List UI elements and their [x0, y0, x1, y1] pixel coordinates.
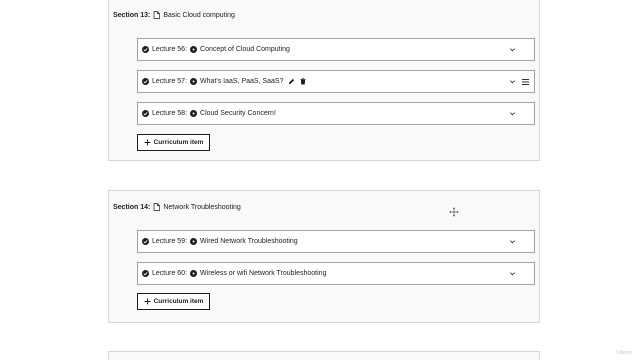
left-gutter: [0, 0, 108, 360]
check-circle-icon: [142, 270, 149, 277]
lecture-item-57[interactable]: Lecture 57: What's IaaS, PaaS, SaaS?: [137, 70, 535, 93]
check-circle-icon: [142, 110, 149, 117]
section-label: Section 14:: [113, 203, 151, 211]
lecture-item-56[interactable]: Lecture 56: Concept of Cloud Computing: [137, 38, 535, 61]
curriculum-section-14: Section 14: Network Troubleshooting Lect…: [108, 190, 540, 323]
watermark: Udemy: [616, 350, 632, 356]
add-curriculum-item-button[interactable]: Curriculum item: [137, 134, 210, 151]
pencil-icon[interactable]: [288, 78, 295, 85]
lecture-item-59[interactable]: Lecture 59: Wired Network Troubleshootin…: [137, 230, 535, 253]
section-title[interactable]: Network Troubleshooting: [163, 204, 240, 211]
play-circle-icon: [190, 110, 198, 117]
play-circle-icon: [190, 238, 198, 245]
lecture-title: Wired Network Troubleshooting: [200, 238, 298, 245]
add-curriculum-label: Curriculum item: [153, 139, 204, 146]
chevron-down-icon[interactable]: [509, 46, 516, 53]
check-circle-icon: [142, 238, 149, 245]
chevron-down-icon[interactable]: [509, 78, 516, 85]
lecture-title: Cloud Security Concern!: [200, 110, 276, 117]
plus-icon: [144, 139, 151, 146]
play-circle-icon: [190, 270, 198, 277]
section-header: Section 14: Network Troubleshooting: [113, 203, 241, 211]
lecture-item-58[interactable]: Lecture 58: Cloud Security Concern!: [137, 102, 535, 125]
curriculum-section-next: [108, 351, 540, 360]
section-title[interactable]: Basic Cloud computing: [163, 12, 235, 19]
lecture-item-60[interactable]: Lecture 60: Wireless or wifi Network Tro…: [137, 262, 535, 285]
curriculum-section-13: Section 13: Basic Cloud computing Lectur…: [108, 0, 540, 161]
plus-icon: [144, 298, 151, 305]
lecture-title: Concept of Cloud Computing: [200, 46, 290, 53]
file-icon: [154, 11, 161, 19]
check-circle-icon: [142, 46, 149, 53]
lecture-label: Lecture 57:: [152, 78, 188, 85]
play-circle-icon: [190, 46, 198, 53]
lecture-label: Lecture 58:: [152, 110, 188, 117]
trash-icon[interactable]: [300, 78, 307, 85]
lecture-title: Wireless or wifi Network Troubleshooting: [200, 270, 327, 277]
hamburger-menu-icon[interactable]: [522, 79, 529, 85]
lecture-label: Lecture 56:: [152, 46, 188, 53]
move-cursor-icon: [449, 207, 459, 217]
add-curriculum-label: Curriculum item: [153, 298, 204, 305]
lecture-title: What's IaaS, PaaS, SaaS?: [200, 78, 284, 85]
file-icon: [154, 203, 161, 211]
play-circle-icon: [190, 78, 198, 85]
lecture-label: Lecture 59:: [152, 238, 188, 245]
add-curriculum-item-button[interactable]: Curriculum item: [137, 293, 210, 310]
check-circle-icon: [142, 78, 149, 85]
chevron-down-icon[interactable]: [509, 238, 516, 245]
chevron-down-icon[interactable]: [509, 270, 516, 277]
lecture-label: Lecture 60:: [152, 270, 188, 277]
chevron-down-icon[interactable]: [509, 110, 516, 117]
section-label: Section 13:: [113, 11, 151, 19]
section-header: Section 13: Basic Cloud computing: [113, 11, 235, 19]
